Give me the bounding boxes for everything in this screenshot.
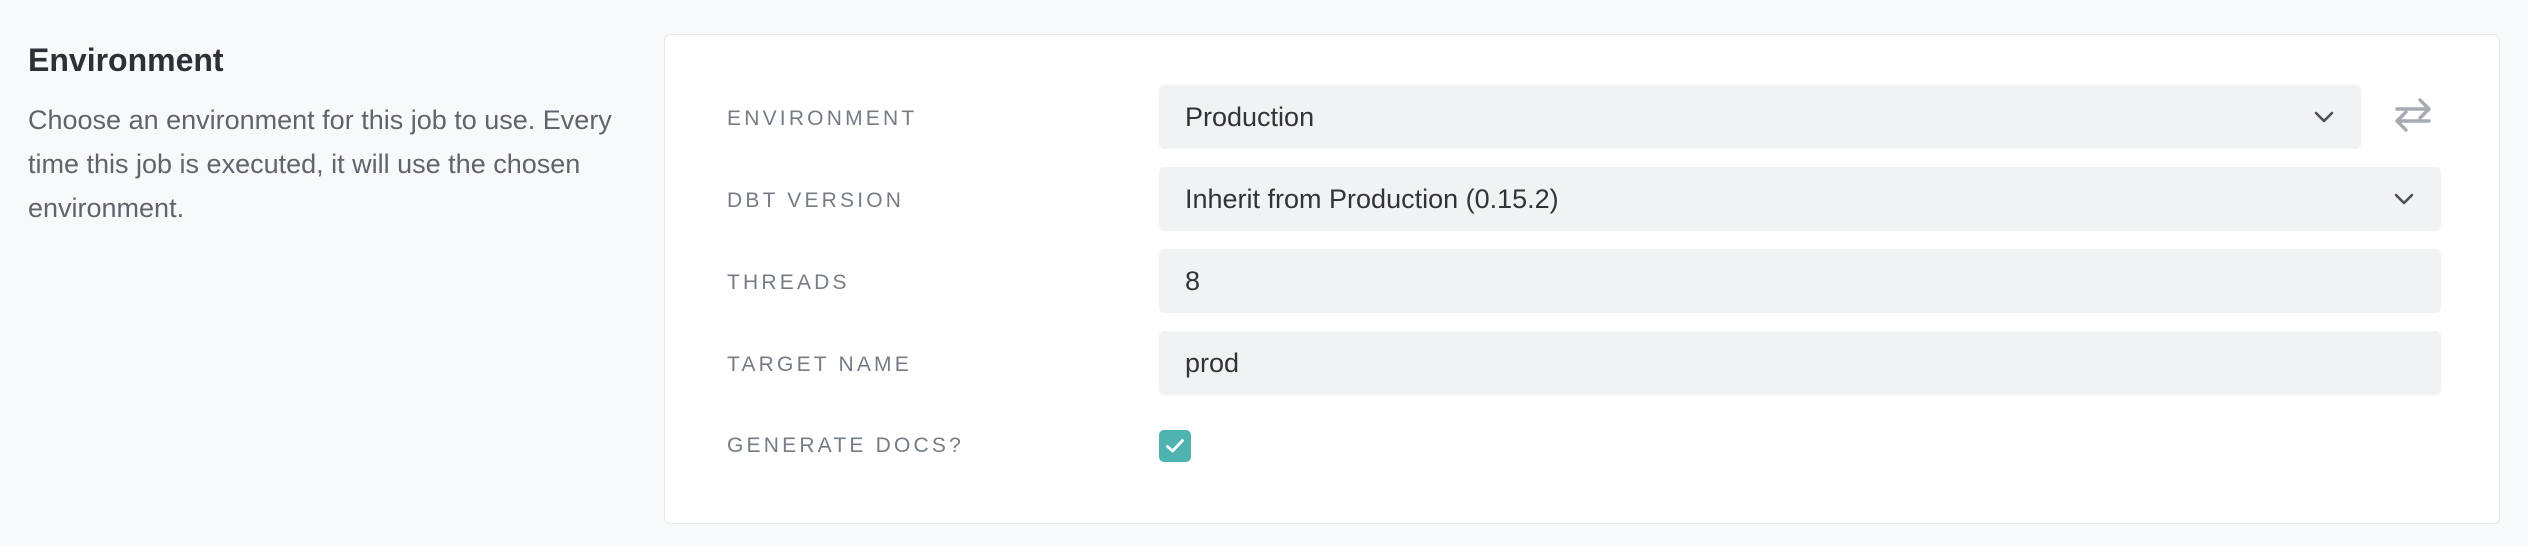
section-title: Environment — [28, 42, 224, 78]
environment-settings-card: ENVIRONMENT Production DBT VERSION Inher… — [664, 34, 2500, 524]
threads-label: THREADS — [727, 271, 850, 294]
generate-docs-checkbox[interactable] — [1159, 430, 1191, 462]
environment-select-value: Production — [1185, 101, 1315, 132]
dbt-version-label: DBT VERSION — [727, 189, 905, 212]
environment-select[interactable]: Production — [1159, 85, 2361, 149]
checkmark-icon — [1165, 438, 1185, 454]
threads-input[interactable]: 8 — [1159, 249, 2441, 313]
chevron-down-icon — [2393, 188, 2415, 210]
threads-input-value: 8 — [1185, 265, 1201, 296]
target-name-input-value: prod — [1185, 347, 1240, 378]
chevron-down-icon — [2313, 106, 2335, 128]
dbt-version-select-value: Inherit from Production (0.15.2) — [1185, 183, 1559, 214]
section-description: Choose an environment for this job to us… — [28, 105, 612, 223]
target-name-input[interactable]: prod — [1159, 331, 2441, 395]
environment-label: ENVIRONMENT — [727, 107, 918, 130]
target-name-label: TARGET NAME — [727, 353, 912, 376]
swap-arrows-icon[interactable] — [2385, 87, 2441, 143]
dbt-version-select[interactable]: Inherit from Production (0.15.2) — [1159, 167, 2441, 231]
environment-intro: Environment Choose an environment for th… — [28, 36, 628, 230]
generate-docs-label: GENERATE DOCS? — [727, 434, 964, 457]
